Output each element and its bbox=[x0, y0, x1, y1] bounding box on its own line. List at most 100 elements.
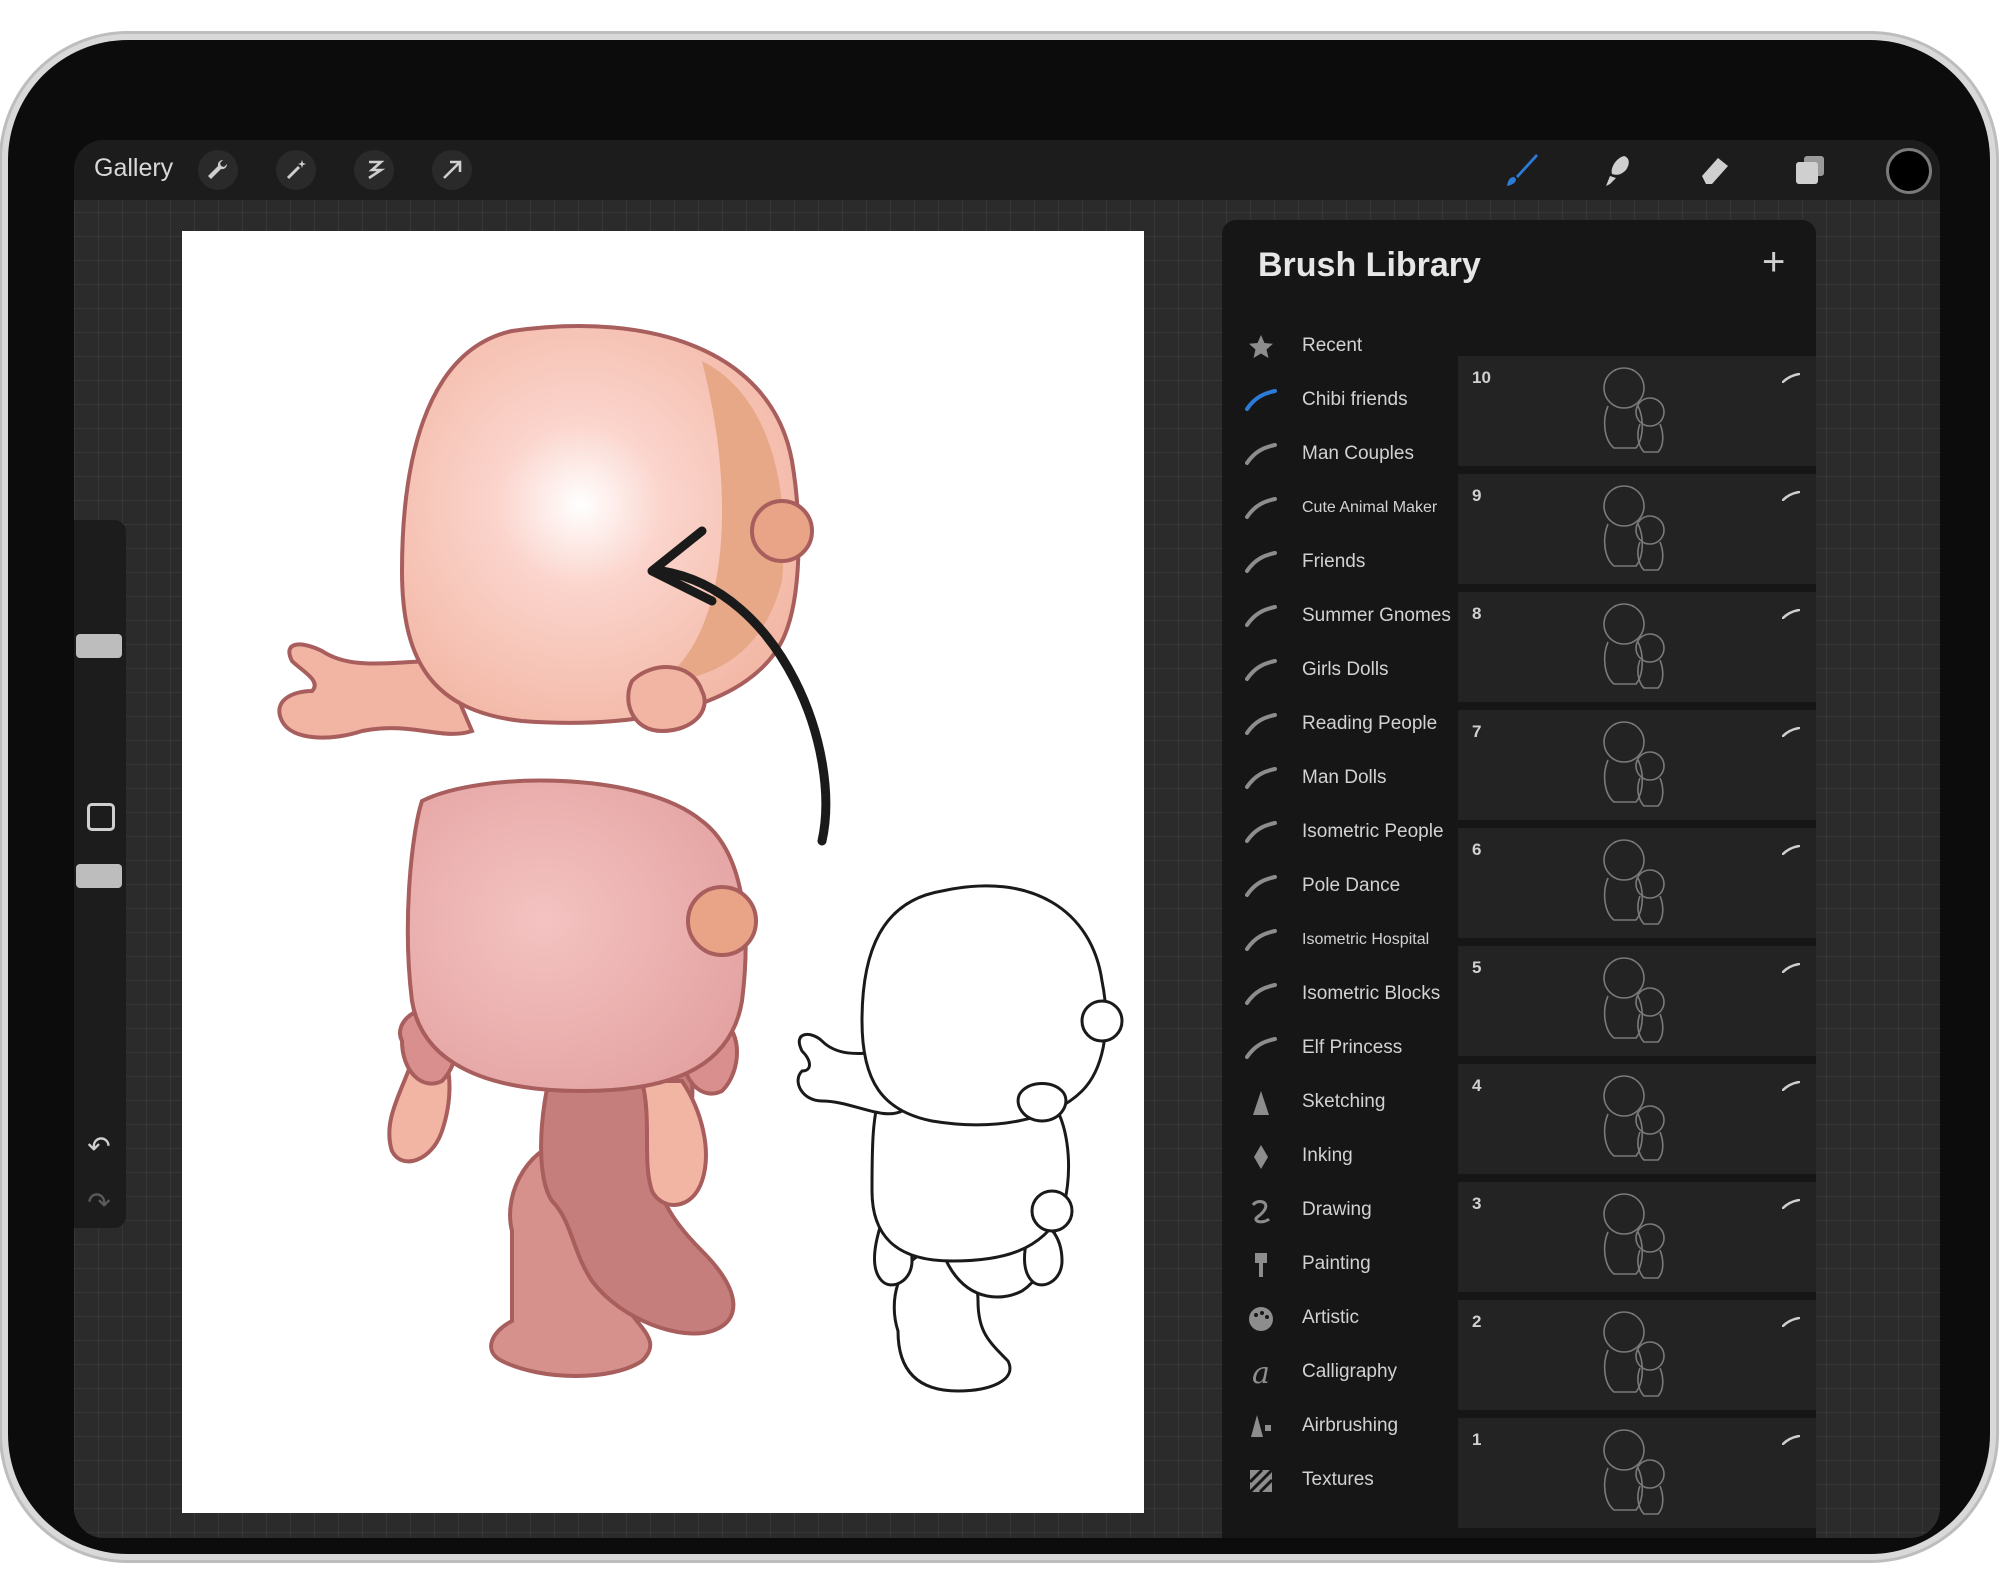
brush-set-item[interactable]: Drawing bbox=[1222, 1184, 1454, 1238]
pen-nib-icon bbox=[1244, 1142, 1278, 1172]
brush-item[interactable]: 10 bbox=[1458, 356, 1816, 472]
brush-set-list[interactable]: Recent Chibi friends Man Couples Cute Anima… bbox=[1222, 320, 1454, 1538]
brush-name: 5 bbox=[1472, 958, 1482, 977]
brush-stamp-preview bbox=[1588, 362, 1678, 465]
palette-icon bbox=[1244, 1304, 1278, 1334]
brush-set-item[interactable]: Girls Dolls bbox=[1222, 644, 1454, 698]
brush-set-item[interactable]: Sketching bbox=[1222, 1076, 1454, 1130]
paint-brush-icon bbox=[1244, 1250, 1278, 1280]
brush-size-knob[interactable] bbox=[76, 634, 122, 658]
brush-library-title: Brush Library bbox=[1258, 246, 1481, 284]
brush-item[interactable]: 7 bbox=[1458, 710, 1816, 826]
smudge-icon[interactable] bbox=[1596, 148, 1640, 192]
brush-stroke-icon bbox=[1244, 494, 1278, 524]
brush-stroke-icon bbox=[1244, 386, 1278, 416]
brush-list[interactable]: 10 9 8 7 6 5 4 3 2 1 bbox=[1458, 320, 1816, 1538]
selection-icon[interactable] bbox=[354, 150, 394, 190]
procreate-screen: Gallery ↶ ↷ Brush Library + Recent Chibi… bbox=[74, 140, 1940, 1538]
opacity-slider[interactable] bbox=[74, 850, 126, 1090]
brush-item[interactable]: 3 bbox=[1458, 1182, 1816, 1298]
brush-name: 2 bbox=[1472, 1312, 1482, 1331]
brush-set-item[interactable]: Isometric Hospital bbox=[1222, 914, 1454, 968]
brush-stroke-icon bbox=[1781, 960, 1801, 974]
brush-stroke-icon bbox=[1781, 1432, 1801, 1446]
brush-set-label: Man Dolls bbox=[1302, 767, 1387, 788]
brush-stroke-icon bbox=[1781, 606, 1801, 620]
brush-set-label: Summer Gnomes bbox=[1302, 605, 1451, 626]
brush-set-label: Airbrushing bbox=[1302, 1415, 1399, 1436]
brush-set-label: Elf Princess bbox=[1302, 1037, 1403, 1058]
brush-size-slider[interactable] bbox=[74, 530, 126, 760]
colored-figure bbox=[277, 324, 814, 1378]
brush-item[interactable]: 1 bbox=[1458, 1418, 1816, 1534]
brush-set-item[interactable]: Man Dolls bbox=[1222, 752, 1454, 806]
brush-set-item[interactable]: Recent bbox=[1222, 320, 1454, 374]
brush-name: 9 bbox=[1472, 486, 1482, 505]
opacity-knob[interactable] bbox=[76, 864, 122, 888]
brush-stroke-icon bbox=[1781, 1196, 1801, 1210]
brush-set-item[interactable]: Friends bbox=[1222, 536, 1454, 590]
brush-stroke-icon bbox=[1781, 370, 1801, 384]
brush-set-item[interactable]: Inking bbox=[1222, 1130, 1454, 1184]
left-sidebar: ↶ ↷ bbox=[74, 520, 126, 1228]
brush-set-item[interactable]: Chibi friends bbox=[1222, 374, 1454, 428]
modify-icon[interactable] bbox=[87, 803, 115, 831]
brush-stroke-icon bbox=[1244, 710, 1278, 740]
brush-name: 3 bbox=[1472, 1194, 1482, 1213]
brush-stroke-icon bbox=[1781, 1078, 1801, 1092]
color-picker-button[interactable] bbox=[1886, 148, 1932, 194]
brush-set-item[interactable]: Summer Gnomes bbox=[1222, 590, 1454, 644]
brush-name: 7 bbox=[1472, 722, 1482, 741]
brush-set-label: Recent bbox=[1302, 335, 1363, 356]
star-icon bbox=[1244, 332, 1278, 362]
brush-stamp-preview bbox=[1588, 716, 1678, 819]
brush-set-label: Drawing bbox=[1302, 1199, 1372, 1220]
brush-item[interactable]: 4 bbox=[1458, 1064, 1816, 1180]
brush-set-item[interactable]: Cute Animal Maker bbox=[1222, 482, 1454, 536]
brush-name: 6 bbox=[1472, 840, 1482, 859]
brush-stroke-icon bbox=[1244, 980, 1278, 1010]
brush-stamp-preview bbox=[1588, 834, 1678, 937]
add-brush-set-button[interactable]: + bbox=[1762, 242, 1785, 282]
brush-item[interactable]: 6 bbox=[1458, 828, 1816, 944]
undo-icon[interactable]: ↶ bbox=[84, 1132, 114, 1162]
brush-icon[interactable] bbox=[1500, 148, 1544, 192]
brush-set-item[interactable]: Airbrushing bbox=[1222, 1400, 1454, 1454]
canvas-artwork bbox=[277, 324, 1124, 1393]
brush-item[interactable]: 2 bbox=[1458, 1300, 1816, 1416]
squiggle-icon bbox=[1244, 1196, 1278, 1226]
brush-set-label: Textures bbox=[1302, 1469, 1374, 1490]
layers-icon[interactable] bbox=[1788, 148, 1832, 192]
airbrush-icon bbox=[1244, 1412, 1278, 1442]
brush-set-label: Reading People bbox=[1302, 713, 1438, 734]
brush-set-item[interactable]: Pole Dance bbox=[1222, 860, 1454, 914]
brush-set-item[interactable]: Painting bbox=[1222, 1238, 1454, 1292]
brush-item[interactable]: 9 bbox=[1458, 474, 1816, 590]
drawing-canvas[interactable] bbox=[182, 231, 1144, 1513]
brush-set-item[interactable]: Elf Princess bbox=[1222, 1022, 1454, 1076]
brush-set-item[interactable]: Isometric People bbox=[1222, 806, 1454, 860]
brush-set-label: Man Couples bbox=[1302, 443, 1414, 464]
brush-set-item[interactable]: Reading People bbox=[1222, 698, 1454, 752]
brush-set-item[interactable]: Man Couples bbox=[1222, 428, 1454, 482]
eraser-icon[interactable] bbox=[1692, 148, 1736, 192]
brush-item[interactable]: 8 bbox=[1458, 592, 1816, 708]
brush-set-item[interactable]: Isometric Blocks bbox=[1222, 968, 1454, 1022]
brush-set-item[interactable]: Artistic bbox=[1222, 1292, 1454, 1346]
magic-wand-icon[interactable] bbox=[276, 150, 316, 190]
brush-set-item[interactable]: Textures bbox=[1222, 1454, 1454, 1508]
wrench-icon[interactable] bbox=[198, 150, 238, 190]
brush-stamp-preview bbox=[1588, 1070, 1678, 1173]
brush-set-item[interactable]: a Calligraphy bbox=[1222, 1346, 1454, 1400]
brush-stamp-preview bbox=[1588, 598, 1678, 701]
redo-icon[interactable]: ↷ bbox=[84, 1188, 114, 1218]
brush-stroke-icon bbox=[1244, 872, 1278, 902]
calligraphy-icon: a bbox=[1252, 1355, 1270, 1391]
gallery-button[interactable]: Gallery bbox=[94, 154, 173, 183]
brush-set-label: Artistic bbox=[1302, 1307, 1359, 1328]
brush-stroke-icon bbox=[1244, 656, 1278, 686]
texture-icon bbox=[1244, 1466, 1278, 1496]
brush-set-label: Inking bbox=[1302, 1145, 1353, 1166]
brush-item[interactable]: 5 bbox=[1458, 946, 1816, 1062]
move-arrow-icon[interactable] bbox=[432, 150, 472, 190]
